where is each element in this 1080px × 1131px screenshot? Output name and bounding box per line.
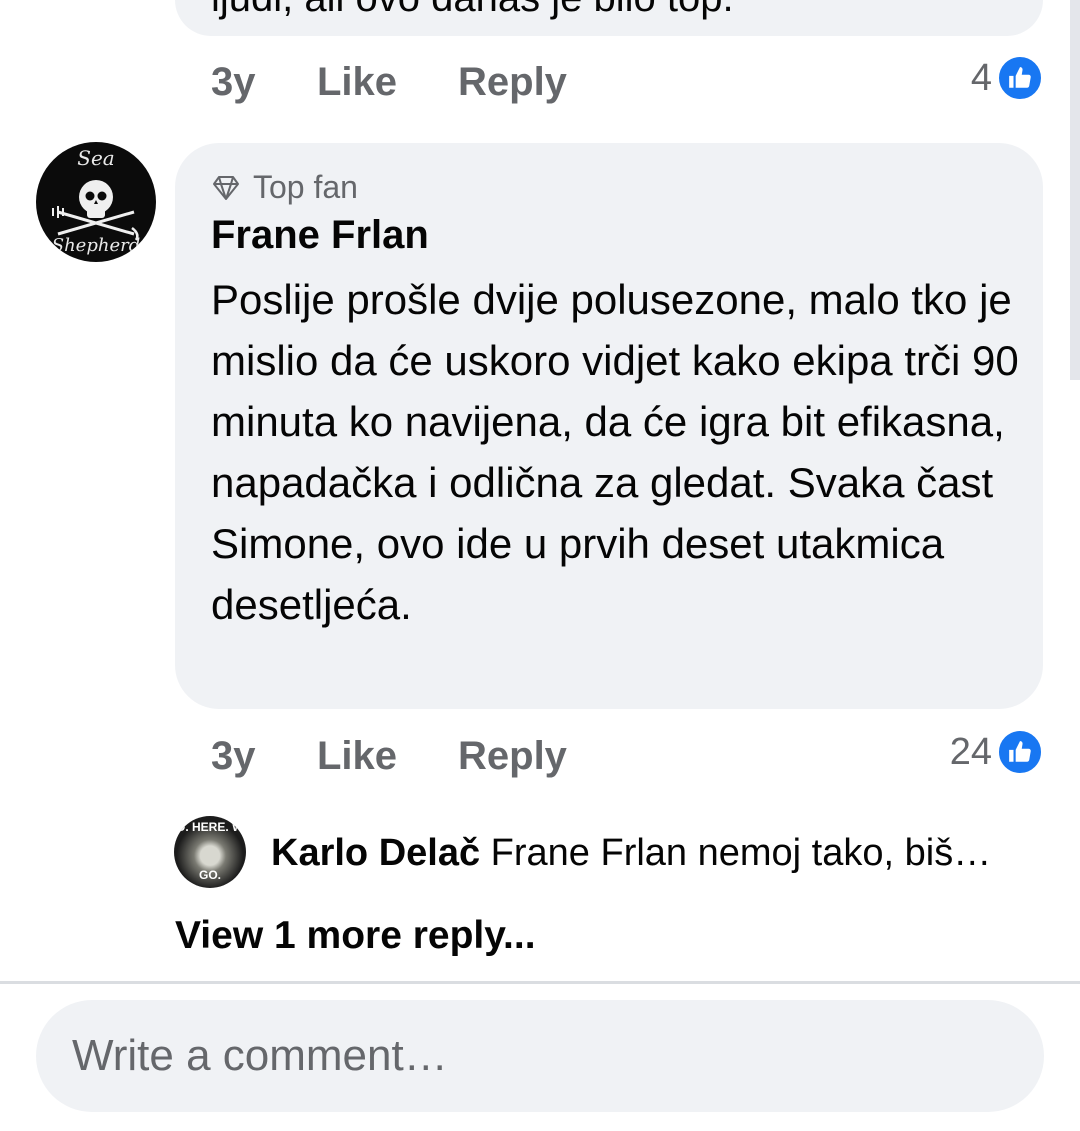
reply-avatar-text-top: D. HERE. W	[176, 820, 244, 834]
comment-reactions[interactable]: 24	[950, 727, 1044, 777]
diamond-icon	[213, 175, 239, 200]
commenter-avatar[interactable]: Sea Shepherd	[36, 142, 156, 262]
previous-comment-actions: 3y Like Reply	[211, 57, 567, 107]
reply-preview[interactable]: Karlo Delač Frane Frlan nemoj tako, biš…	[271, 832, 991, 875]
previous-comment-text: ljudi, ali ovo danas je bilo top.	[211, 0, 734, 21]
comment-input-placeholder: Write a comment…	[72, 1031, 448, 1080]
reply-author: Karlo Delač	[271, 832, 481, 874]
comment-time: 3y	[211, 733, 256, 778]
previous-comment-time: 3y	[211, 59, 256, 104]
previous-comment-bubble: ljudi, ali ovo danas je bilo top.	[175, 0, 1043, 36]
top-fan-badge: Top fan	[211, 169, 358, 206]
comment-reply-button[interactable]: Reply	[458, 734, 567, 779]
scrollbar[interactable]	[1070, 0, 1080, 380]
previous-comment-reactions[interactable]: 4	[971, 53, 1044, 103]
previous-comment-like-button[interactable]: Like	[317, 60, 458, 105]
avatar-text-top: Sea	[77, 146, 115, 170]
divider	[0, 981, 1080, 984]
like-reaction-icon	[996, 728, 1044, 776]
view-more-replies-link[interactable]: View 1 more reply...	[175, 914, 536, 958]
comments-screen: ljudi, ali ovo danas je bilo top. 3y Lik…	[0, 0, 1080, 1131]
top-fan-label: Top fan	[253, 169, 358, 205]
comment-actions: 3y Like Reply	[211, 731, 567, 781]
reply-avatar-text-bottom: GO.	[198, 868, 221, 882]
like-reaction-icon	[996, 54, 1044, 102]
reply-text: Frane Frlan nemoj tako, biš…	[490, 832, 992, 874]
comment-like-button[interactable]: Like	[317, 734, 458, 779]
previous-comment-reply-button[interactable]: Reply	[458, 60, 567, 105]
previous-comment-reaction-count: 4	[970, 56, 992, 99]
comment-text: Poslije prošle dvije polusezone, malo tk…	[211, 276, 1019, 628]
comment-input[interactable]: Write a comment…	[36, 1000, 1044, 1112]
reply-author-avatar[interactable]: D. HERE. W GO.	[174, 816, 246, 888]
comment-reaction-count: 24	[949, 730, 992, 773]
comment-bubble[interactable]: Top fan Frane Frlan Poslije prošle dvije…	[175, 143, 1043, 709]
avatar-text-bottom: Shepherd	[51, 235, 141, 256]
comment-author[interactable]: Frane Frlan	[211, 213, 429, 258]
